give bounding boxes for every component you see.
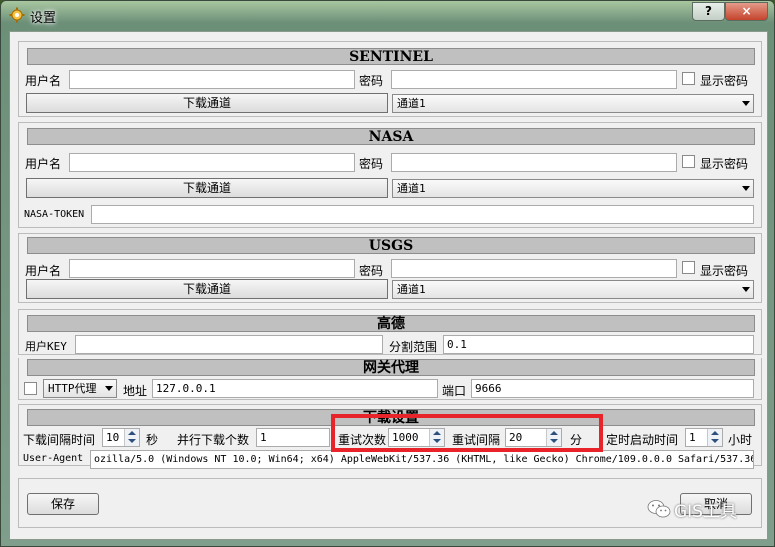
chevron-down-icon (105, 386, 113, 391)
nasa-token-label: NASA-TOKEN (24, 209, 85, 220)
download-interval-unit: 秒 (146, 433, 159, 447)
nasa-show-password-label: 显示密码 (700, 157, 749, 171)
download-interval-spinner[interactable]: 10 (102, 428, 140, 447)
chevron-down-icon (742, 186, 750, 191)
nasa-group: NASA 用户名 密码 显示密码 下载通道 通道1 NASA-TOKEN (18, 122, 762, 228)
gaode-header: 高德 (27, 315, 755, 332)
parallel-download-label: 并行下载个数 (177, 433, 250, 447)
gaode-user-key-label: 用户KEY (25, 340, 67, 353)
wechat-icon (647, 500, 671, 518)
nasa-show-password-checkbox[interactable] (682, 155, 695, 168)
nasa-password-input[interactable] (391, 153, 677, 172)
settings-window: 设置 ? × SENTINEL 用户名 密码 显示密码 下载通道 通道1 NAS… (0, 0, 775, 547)
usgs-header: USGS (27, 237, 755, 254)
usgs-channel-select[interactable]: 通道1 (392, 280, 754, 299)
settings-panel: SENTINEL 用户名 密码 显示密码 下载通道 通道1 NASA 用户名 密… (9, 31, 768, 540)
usgs-password-label: 密码 (359, 264, 384, 278)
scheduled-start-label: 定时启动时间 (606, 433, 679, 447)
usgs-show-password-checkbox[interactable] (682, 261, 695, 274)
proxy-port-input[interactable]: 9666 (471, 379, 754, 398)
sentinel-channel-value: 通道1 (397, 97, 426, 110)
sentinel-header: SENTINEL (27, 48, 755, 65)
sentinel-group: SENTINEL 用户名 密码 显示密码 下载通道 通道1 (18, 41, 762, 117)
proxy-port-label: 端口 (442, 384, 467, 398)
gear-icon (9, 7, 25, 23)
sentinel-password-input[interactable] (391, 70, 677, 89)
watermark-text: GIS工具 (674, 502, 737, 522)
parallel-download-input[interactable]: 1 (256, 428, 330, 447)
proxy-enable-checkbox[interactable] (24, 382, 37, 395)
sentinel-username-label: 用户名 (25, 74, 62, 88)
scheduled-start-spinner[interactable]: 1 (685, 428, 723, 447)
nasa-channel-value: 通道1 (397, 182, 426, 195)
usgs-download-channel-button[interactable]: 下载通道 (26, 279, 388, 299)
proxy-address-input[interactable]: 127.0.0.1 (152, 379, 438, 398)
usgs-username-input[interactable] (69, 259, 355, 278)
gaode-group: 高德 用户KEY 分割范围 0.1 (18, 309, 762, 355)
gaode-user-key-input[interactable] (75, 335, 383, 354)
download-interval-label: 下载间隔时间 (23, 433, 96, 447)
highlight-box (331, 414, 603, 452)
close-button[interactable]: × (725, 2, 768, 21)
save-button[interactable]: 保存 (27, 493, 99, 515)
title-bar: 设置 ? × (1, 1, 774, 29)
proxy-address-label: 地址 (123, 384, 148, 398)
usgs-show-password-label: 显示密码 (700, 264, 749, 278)
sentinel-show-password-label: 显示密码 (700, 74, 749, 88)
nasa-username-input[interactable] (69, 153, 355, 172)
usgs-channel-value: 通道1 (397, 283, 426, 296)
spinner-arrows-icon[interactable] (707, 429, 722, 446)
user-agent-input[interactable]: ozilla/5.0 (Windows NT 10.0; Win64; x64)… (90, 450, 754, 469)
gaode-split-range-input[interactable]: 0.1 (443, 335, 754, 354)
nasa-channel-select[interactable]: 通道1 (392, 179, 754, 198)
proxy-group: 网关代理 HTTP代理 地址 127.0.0.1 端口 9666 (18, 358, 762, 400)
chevron-down-icon (742, 287, 750, 292)
nasa-token-input[interactable] (91, 205, 754, 224)
sentinel-show-password-checkbox[interactable] (682, 72, 695, 85)
scheduled-start-unit: 小时 (728, 433, 753, 447)
proxy-header: 网关代理 (27, 359, 755, 376)
usgs-group: USGS 用户名 密码 显示密码 下载通道 通道1 (18, 233, 762, 303)
sentinel-channel-select[interactable]: 通道1 (392, 94, 754, 113)
chevron-down-icon (742, 101, 750, 106)
scheduled-start-value: 1 (689, 431, 696, 444)
window-title: 设置 (30, 11, 57, 26)
nasa-download-channel-button[interactable]: 下载通道 (26, 178, 388, 198)
nasa-username-label: 用户名 (25, 157, 62, 171)
sentinel-download-channel-button[interactable]: 下载通道 (26, 93, 388, 113)
sentinel-username-input[interactable] (69, 70, 355, 89)
gaode-split-range-label: 分割范围 (389, 340, 438, 354)
download-interval-value: 10 (106, 431, 120, 444)
usgs-username-label: 用户名 (25, 264, 62, 278)
spinner-arrows-icon[interactable] (124, 429, 139, 446)
proxy-type-select[interactable]: HTTP代理 (43, 379, 117, 398)
help-button[interactable]: ? (692, 2, 725, 21)
nasa-password-label: 密码 (359, 157, 384, 171)
nasa-header: NASA (27, 128, 755, 145)
usgs-password-input[interactable] (391, 259, 677, 278)
proxy-type-value: HTTP代理 (48, 382, 97, 395)
sentinel-password-label: 密码 (359, 74, 384, 88)
user-agent-label: User-Agent (23, 453, 84, 464)
